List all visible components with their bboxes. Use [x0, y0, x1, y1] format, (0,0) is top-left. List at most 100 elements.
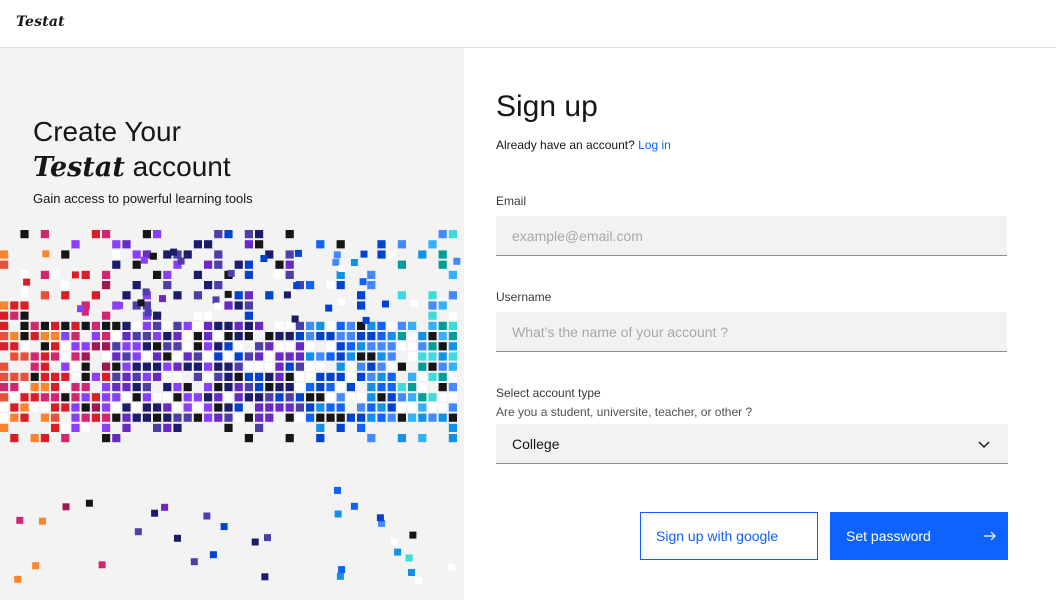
- pixel-square: [51, 332, 60, 341]
- pixel-square: [448, 423, 457, 432]
- pixel-square: [51, 393, 60, 402]
- pixel-square: [0, 342, 9, 351]
- pixel-square: [367, 281, 376, 290]
- pixel-square: [255, 362, 264, 371]
- pixel-square: [61, 352, 70, 361]
- pixel-square: [367, 434, 376, 443]
- pixel-square: [71, 423, 80, 432]
- pixel-square: [204, 240, 213, 249]
- pixel-square: [220, 523, 228, 531]
- pixel-square: [265, 393, 274, 402]
- email-field[interactable]: [496, 216, 1007, 256]
- pixel-square: [173, 383, 182, 392]
- pixel-square: [295, 403, 304, 412]
- pixel-square: [448, 321, 457, 330]
- pixel-square: [81, 393, 90, 402]
- pixel-square: [163, 393, 172, 402]
- pixel-square: [10, 413, 19, 422]
- pixel-square: [174, 534, 181, 542]
- pixel-square: [40, 321, 49, 330]
- pixel-square: [224, 383, 233, 392]
- pixel-square: [71, 240, 80, 249]
- login-prompt-text: Already have an account?: [496, 138, 635, 152]
- pixel-square: [367, 383, 376, 392]
- pixel-square: [204, 342, 213, 351]
- pixel-square: [39, 517, 46, 525]
- pixel-square: [428, 352, 437, 361]
- pixel-square: [397, 260, 406, 269]
- pixel-square: [153, 413, 162, 422]
- pixel-square: [397, 413, 406, 422]
- pixel-square: [448, 403, 457, 412]
- pixel-square: [193, 240, 202, 249]
- pixel-square: [214, 321, 223, 330]
- email-label: Email: [496, 194, 527, 208]
- pixel-square: [204, 332, 213, 341]
- sign-up-with-google-button[interactable]: Sign up with google: [640, 512, 818, 560]
- pixel-square: [285, 434, 294, 443]
- pixel-square: [91, 342, 100, 351]
- hero-title-suffix: account: [124, 151, 231, 182]
- pixel-square: [387, 321, 396, 330]
- pixel-square: [306, 342, 315, 351]
- pixel-square: [438, 393, 447, 402]
- pixel-square: [102, 321, 111, 330]
- pixel-square: [173, 393, 182, 402]
- pixel-square: [112, 413, 121, 422]
- pixel-square: [51, 372, 60, 381]
- pixel-square: [62, 503, 70, 511]
- set-password-button[interactable]: Set password: [830, 512, 1008, 560]
- pixel-square: [285, 352, 294, 361]
- login-link[interactable]: Log in: [638, 138, 671, 152]
- pixel-square: [265, 352, 274, 361]
- pixel-square: [20, 301, 29, 310]
- pixel-square: [359, 278, 367, 286]
- pixel-square: [183, 352, 192, 361]
- pixel-square: [397, 240, 406, 249]
- pixel-square: [40, 342, 49, 351]
- pixel-square: [346, 332, 355, 341]
- pixel-square: [71, 321, 80, 330]
- pixel-square: [183, 362, 192, 371]
- pixel-square: [81, 342, 90, 351]
- chevron-down-icon: [978, 441, 990, 449]
- pixel-square: [132, 403, 141, 412]
- pixel-square: [81, 362, 90, 371]
- pixel-square: [193, 311, 202, 320]
- app-logo[interactable]: Testat: [16, 14, 65, 30]
- pixel-square: [102, 434, 111, 443]
- account-type-select[interactable]: College: [496, 424, 1008, 464]
- pixel-square: [448, 230, 457, 239]
- pixel-square: [61, 393, 70, 402]
- pixel-square: [255, 342, 264, 351]
- pixel-square: [357, 413, 366, 422]
- pixel-square: [224, 321, 233, 330]
- pixel-square: [193, 342, 202, 351]
- pixel-square: [265, 291, 274, 300]
- pixel-square: [377, 352, 386, 361]
- pixel-square: [214, 230, 223, 239]
- pixel-square: [102, 413, 111, 422]
- pixel-square: [81, 413, 90, 422]
- pixel-square: [387, 342, 396, 351]
- pixel-square: [153, 403, 162, 412]
- pixel-square: [163, 423, 172, 432]
- pixel-square: [367, 270, 376, 279]
- pixel-square: [448, 413, 457, 422]
- pixel-square: [234, 301, 243, 310]
- username-field[interactable]: [496, 312, 1007, 352]
- pixel-square: [20, 372, 29, 381]
- pixel-square: [224, 290, 232, 298]
- pixel-square: [14, 575, 22, 583]
- pixel-square: [316, 352, 325, 361]
- pixel-square: [350, 502, 358, 510]
- pixel-square: [102, 393, 111, 402]
- pixel-square: [21, 290, 29, 298]
- pixel-square: [0, 423, 9, 432]
- pixel-square: [295, 342, 304, 351]
- pixel-square: [20, 342, 29, 351]
- pixel-square: [204, 413, 213, 422]
- pixel-square: [362, 316, 370, 324]
- pixel-square: [275, 321, 284, 330]
- pixel-square: [204, 372, 213, 381]
